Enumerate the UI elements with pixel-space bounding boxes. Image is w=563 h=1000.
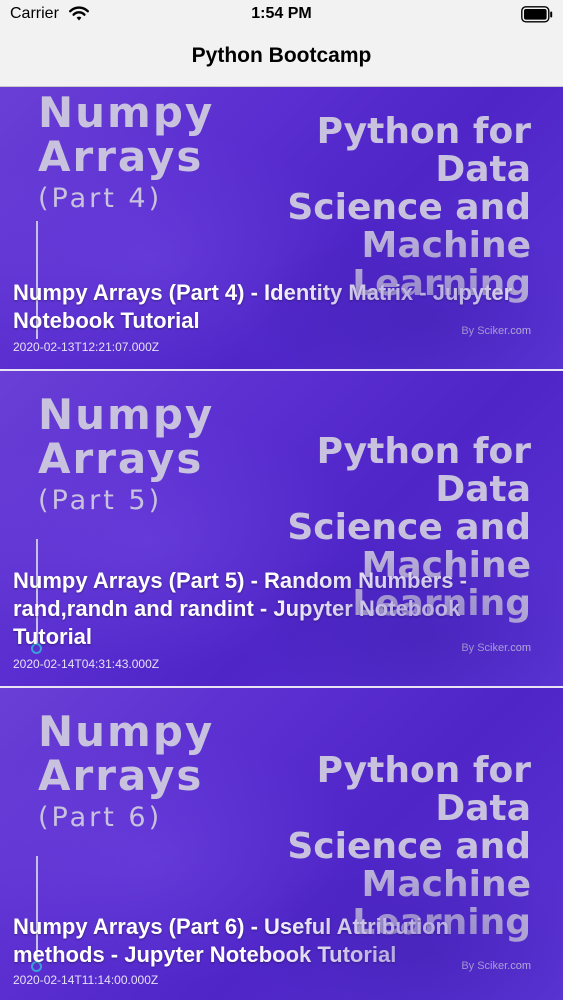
video-card[interactable]: Numpy Arrays (Part 6) Python for Data Sc… bbox=[0, 688, 563, 1000]
page-title: Python Bootcamp bbox=[191, 44, 372, 67]
status-bar: Carrier 1:54 PM bbox=[0, 0, 563, 30]
video-title: Numpy Arrays (Part 6) - Useful Attributi… bbox=[13, 914, 449, 967]
thumbnail-topic: Numpy Arrays (Part 6) bbox=[38, 707, 215, 834]
thumbnail-topic: Numpy Arrays (Part 5) bbox=[38, 390, 215, 517]
video-date: 2020-02-14T11:14:00.000Z bbox=[13, 973, 159, 987]
thumbnail-brand: By Sciker.com bbox=[461, 325, 531, 337]
video-title: Numpy Arrays (Part 5) - Random Numbers -… bbox=[13, 568, 467, 649]
status-time: 1:54 PM bbox=[251, 5, 312, 22]
thumbnail-topic: Numpy Arrays (Part 4) bbox=[38, 88, 215, 215]
video-card[interactable]: Numpy Arrays (Part 4) Python for Data Sc… bbox=[0, 87, 563, 369]
thumbnail-series-title: Python for Data Science and Machine Lear… bbox=[287, 111, 531, 304]
battery-icon bbox=[521, 6, 553, 23]
navigation-bar: Python Bootcamp bbox=[0, 30, 563, 87]
video-list[interactable]: Numpy Arrays (Part 4) Python for Data Sc… bbox=[0, 87, 563, 1000]
video-card[interactable]: Numpy Arrays (Part 5) Python for Data Sc… bbox=[0, 371, 563, 686]
video-title: Numpy Arrays (Part 4) - Identity Matrix … bbox=[13, 280, 513, 333]
thumbnail-brand: By Sciker.com bbox=[461, 642, 531, 654]
thumbnail-series-title: Python for Data Science and Machine Lear… bbox=[287, 750, 531, 943]
thumbnail-brand: By Sciker.com bbox=[461, 960, 531, 972]
video-date: 2020-02-13T12:21:07.000Z bbox=[13, 340, 160, 354]
video-date: 2020-02-14T04:31:43.000Z bbox=[13, 657, 160, 671]
thumbnail-series-title: Python for Data Science and Machine Lear… bbox=[287, 431, 531, 624]
